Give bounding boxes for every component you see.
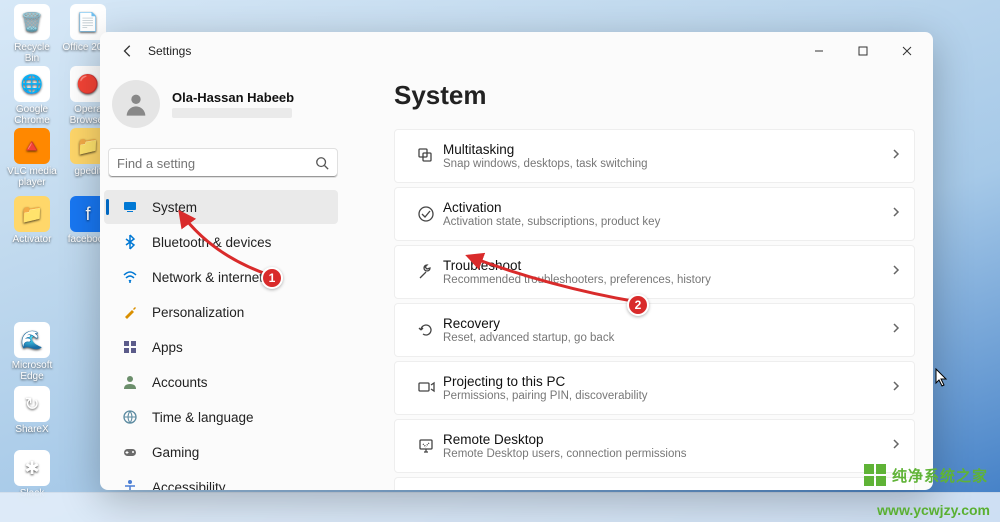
globe-icon [122,409,138,425]
nav-label: Personalization [152,305,244,320]
nav-item-system[interactable]: System [104,190,338,224]
sidebar: Ola-Hassan Habeeb System Bluetooth & devi… [100,70,354,490]
search-box[interactable] [108,148,338,178]
nav-label: Network & internet [152,270,263,285]
card-title: Recovery [443,316,890,331]
close-icon [902,46,912,56]
nav-item-gaming[interactable]: Gaming [104,435,338,469]
nav-item-time-language[interactable]: Time & language [104,400,338,434]
card-subtitle: Activation state, subscriptions, product… [443,216,890,228]
cursor-icon [935,368,949,388]
chevron-right-icon [890,147,902,165]
chevron-right-icon [890,379,902,397]
desktop-icon-recycle-bin[interactable]: 🗑️Recycle Bin [6,4,58,64]
watermark-logo-icon [864,464,886,486]
wifi-icon [122,269,138,285]
watermark-brand-text: 纯净系统之家 [892,465,988,486]
arrow-left-icon [121,44,135,58]
titlebar: Settings [100,32,933,70]
card-title: Troubleshoot [443,258,890,273]
nav-list: System Bluetooth & devices Network & inter… [100,186,342,490]
nav-label: Apps [152,340,183,355]
annotation-badge-2: 2 [627,294,649,316]
nav-label: Bluetooth & devices [152,235,271,250]
profile-name: Ola-Hassan Habeeb [172,90,294,105]
user-icon [122,90,150,118]
card-clipboard[interactable]: Clipboard Cut and copy history, sync, cl… [394,477,915,490]
annotation-badge-1: 1 [261,267,283,289]
card-remote-desktop[interactable]: Remote Desktop Remote Desktop users, con… [394,419,915,473]
nav-label: Gaming [152,445,199,460]
card-title: Multitasking [443,142,890,157]
card-subtitle: Reset, advanced startup, go back [443,332,890,344]
nav-item-apps[interactable]: Apps [104,330,338,364]
nav-item-accessibility[interactable]: Accessibility [104,470,338,490]
maximize-icon [858,46,868,56]
watermark-url: www.ycwjzy.com [877,502,990,518]
nav-label: System [152,200,197,215]
nav-item-network-internet[interactable]: Network & internet [104,260,338,294]
access-icon [122,479,138,490]
window-title: Settings [148,44,191,58]
remote-icon [409,437,443,455]
chevron-right-icon [890,321,902,339]
minimize-button[interactable] [797,36,841,66]
card-multitasking[interactable]: Multitasking Snap windows, desktops, tas… [394,129,915,183]
nav-item-bluetooth-devices[interactable]: Bluetooth & devices [104,225,338,259]
wrench-icon [409,263,443,281]
maximize-button[interactable] [841,36,885,66]
page-title: System [394,80,915,111]
nav-label: Accounts [152,375,208,390]
card-subtitle: Remote Desktop users, connection permiss… [443,448,890,460]
chevron-right-icon [890,437,902,455]
nav-item-personalization[interactable]: Personalization [104,295,338,329]
settings-window: Settings Ola-Hassan Habeeb System Bluetoo… [100,32,933,490]
taskbar[interactable] [0,492,1000,522]
chevron-right-icon [890,205,902,223]
desktop-icon-microsoft-edge[interactable]: 🌊Microsoft Edge [6,322,58,382]
card-subtitle: Snap windows, desktops, task switching [443,158,890,170]
display-icon [122,199,138,215]
recover-icon [409,321,443,339]
user-icon [122,374,138,390]
minimize-icon [814,46,824,56]
back-button[interactable] [114,37,142,65]
profile-email-redacted [172,108,292,118]
game-icon [122,444,138,460]
watermark-brand: 纯净系统之家 [858,462,994,488]
desktop-icon-activator[interactable]: 📁Activator [6,196,58,245]
card-title: Projecting to this PC [443,374,890,389]
search-input[interactable] [117,156,315,171]
card-projecting-to-this-pc[interactable]: Projecting to this PC Permissions, pairi… [394,361,915,415]
close-button[interactable] [885,36,929,66]
check-icon [409,205,443,223]
apps-icon [122,339,138,355]
desktop-icon-vlc-media-player[interactable]: 🔺VLC media player [6,128,58,188]
search-icon [315,156,329,170]
desktop-icon-sharex[interactable]: ↻ShareX [6,386,58,435]
nav-item-accounts[interactable]: Accounts [104,365,338,399]
avatar [112,80,160,128]
project-icon [409,379,443,397]
multi-icon [409,147,443,165]
card-title: Activation [443,200,890,215]
bt-icon [122,234,138,250]
desktop-icon-google-chrome[interactable]: 🌐Google Chrome [6,66,58,126]
nav-label: Time & language [152,410,254,425]
nav-label: Accessibility [152,480,226,491]
card-troubleshoot[interactable]: Troubleshoot Recommended troubleshooters… [394,245,915,299]
card-subtitle: Recommended troubleshooters, preferences… [443,274,890,286]
chevron-right-icon [890,263,902,281]
card-subtitle: Permissions, pairing PIN, discoverabilit… [443,390,890,402]
card-activation[interactable]: Activation Activation state, subscriptio… [394,187,915,241]
card-title: Remote Desktop [443,432,890,447]
profile[interactable]: Ola-Hassan Habeeb [100,70,342,144]
card-recovery[interactable]: Recovery Reset, advanced startup, go bac… [394,303,915,357]
main-content: System Multitasking Snap windows, deskto… [354,70,933,490]
brush-icon [122,304,138,320]
